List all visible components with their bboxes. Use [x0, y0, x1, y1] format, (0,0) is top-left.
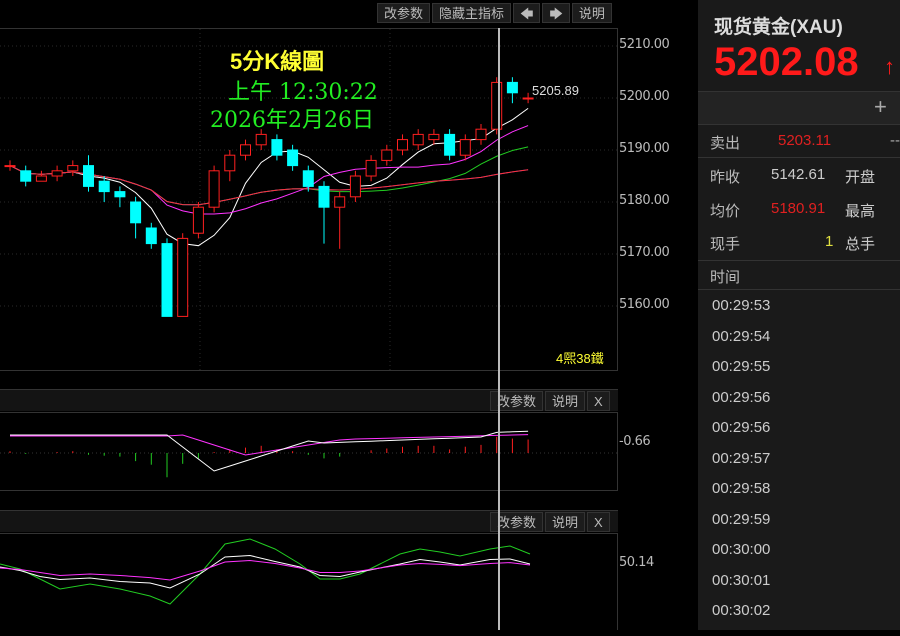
help-button[interactable]: 说明: [571, 3, 612, 23]
countdown-label: 4煕38鐵: [556, 351, 604, 366]
candle-body: [83, 165, 94, 187]
axis-label: 5210.00: [619, 37, 670, 52]
volume-value: 1: [825, 233, 834, 250]
avg-price-label: 均价: [710, 203, 741, 220]
tick-time: 00:29:55: [712, 358, 771, 375]
tick-time: 00:29:56: [712, 388, 771, 406]
candle-body: [20, 170, 32, 182]
edit-params-button[interactable]: 改参数: [377, 3, 431, 23]
sell-row: 卖出 5203.11 --: [698, 132, 900, 158]
candle-body: [365, 159, 377, 177]
candle-body: [240, 144, 251, 156]
candle-body: [506, 81, 518, 94]
tick-time: 00:29:53: [712, 297, 771, 314]
sell-value: 5203.11: [778, 132, 832, 149]
macd-panel[interactable]: [0, 412, 618, 491]
candle-body: [35, 175, 47, 182]
last-price-label: 5205.89: [532, 83, 579, 98]
candle-body: [318, 185, 330, 208]
kdj-value: 50.14: [619, 555, 654, 570]
open-label: 开盘: [845, 169, 876, 186]
candle-body: [67, 165, 79, 172]
candle-body: [145, 227, 157, 245]
candle-body: [4, 165, 16, 168]
candle-body: [114, 191, 126, 198]
main-toolbar: 改参数 隐藏主指标 🡄 🡆 说明: [377, 3, 612, 23]
axis-label: 5190.00: [619, 141, 670, 156]
avg-price-value: 5180.91: [771, 200, 826, 217]
candle-body: [381, 149, 393, 161]
axis-label: 5170.00: [619, 245, 670, 260]
candle-body: [177, 237, 189, 317]
dea-line: [10, 434, 529, 456]
candle-body: [161, 243, 173, 317]
candle-body: [287, 149, 299, 167]
tick-time: 00:29:56: [712, 419, 771, 436]
time-header-row: 时间: [698, 266, 900, 290]
candle-body: [271, 139, 283, 156]
axis-label: 5200.00: [619, 89, 670, 104]
tick-time: 00:29:57: [712, 449, 771, 467]
candle-body: [491, 81, 503, 130]
sub1-close-icon[interactable]: X: [587, 391, 610, 411]
candle-body: [192, 206, 204, 234]
arrow-left-icon[interactable]: 🡄: [513, 3, 541, 23]
sell-extra: --: [890, 132, 900, 149]
candle-body: [255, 133, 267, 146]
crosshair-line: [498, 28, 500, 630]
tick-time: 00:30:02: [712, 602, 771, 619]
total-volume-label: 总手: [845, 236, 876, 253]
sub2-close-icon[interactable]: X: [587, 512, 610, 532]
tick-time: 00:29:59: [712, 510, 771, 528]
add-bar: +: [698, 91, 900, 125]
time-header: 时间: [710, 269, 741, 286]
macd-value: -0.66: [619, 434, 651, 449]
current-price: 5202.08: [714, 40, 859, 84]
candle-body: [522, 97, 534, 100]
sell-label: 卖出: [710, 135, 741, 152]
candle-body: [397, 139, 408, 151]
axis-label: 5180.00: [619, 193, 670, 208]
high-label: 最高: [845, 203, 876, 220]
candle-body: [224, 154, 236, 172]
sub2-help-button[interactable]: 说明: [545, 512, 586, 532]
candle-body: [428, 133, 440, 141]
arrow-up-icon: ↑: [884, 54, 895, 79]
symbol-name: 现货黄金(XAU): [714, 17, 843, 38]
arrow-right-icon[interactable]: 🡆: [542, 3, 570, 23]
candle-body: [412, 133, 424, 146]
candle-body: [334, 196, 346, 208]
candle-body: [302, 170, 314, 187]
add-icon[interactable]: +: [874, 94, 887, 120]
candle-body: [459, 139, 471, 156]
tick-time: 00:30:00: [712, 541, 771, 558]
sub1-header: 改参数 说明 X: [0, 389, 618, 411]
candle-body: [475, 128, 487, 141]
sub1-help-button[interactable]: 说明: [545, 391, 586, 411]
chart-title: 5分K線圖: [230, 49, 325, 74]
candle-body: [349, 175, 361, 198]
candle-body: [51, 170, 63, 177]
tick-time: 00:30:01: [712, 571, 771, 589]
candle-body: [130, 201, 142, 224]
quote-panel: 现货黄金(XAU) 5202.08 ↑ + 卖出 5203.11 -- 昨收 5…: [698, 0, 900, 630]
k-line: [0, 538, 531, 605]
hide-main-indicator-button[interactable]: 隐藏主指标: [432, 3, 512, 23]
d-line: [0, 554, 531, 589]
candle-body: [98, 180, 110, 193]
chart-date: 2026年2月26日: [210, 108, 374, 133]
candle-body: [444, 133, 456, 156]
tick-time: 00:29:58: [712, 480, 771, 497]
axis-label: 5160.00: [619, 297, 670, 312]
sub2-header: 改参数 说明 X: [0, 510, 618, 532]
tick-time: 00:29:54: [712, 327, 771, 345]
prev-close-label: 昨收: [710, 169, 741, 186]
prev-close-value: 5142.61: [771, 166, 826, 183]
candle-body: [208, 170, 220, 208]
volume-row: 现手 1 总手: [698, 233, 900, 261]
kdj-panel[interactable]: [0, 533, 618, 630]
volume-label: 现手: [710, 236, 741, 253]
